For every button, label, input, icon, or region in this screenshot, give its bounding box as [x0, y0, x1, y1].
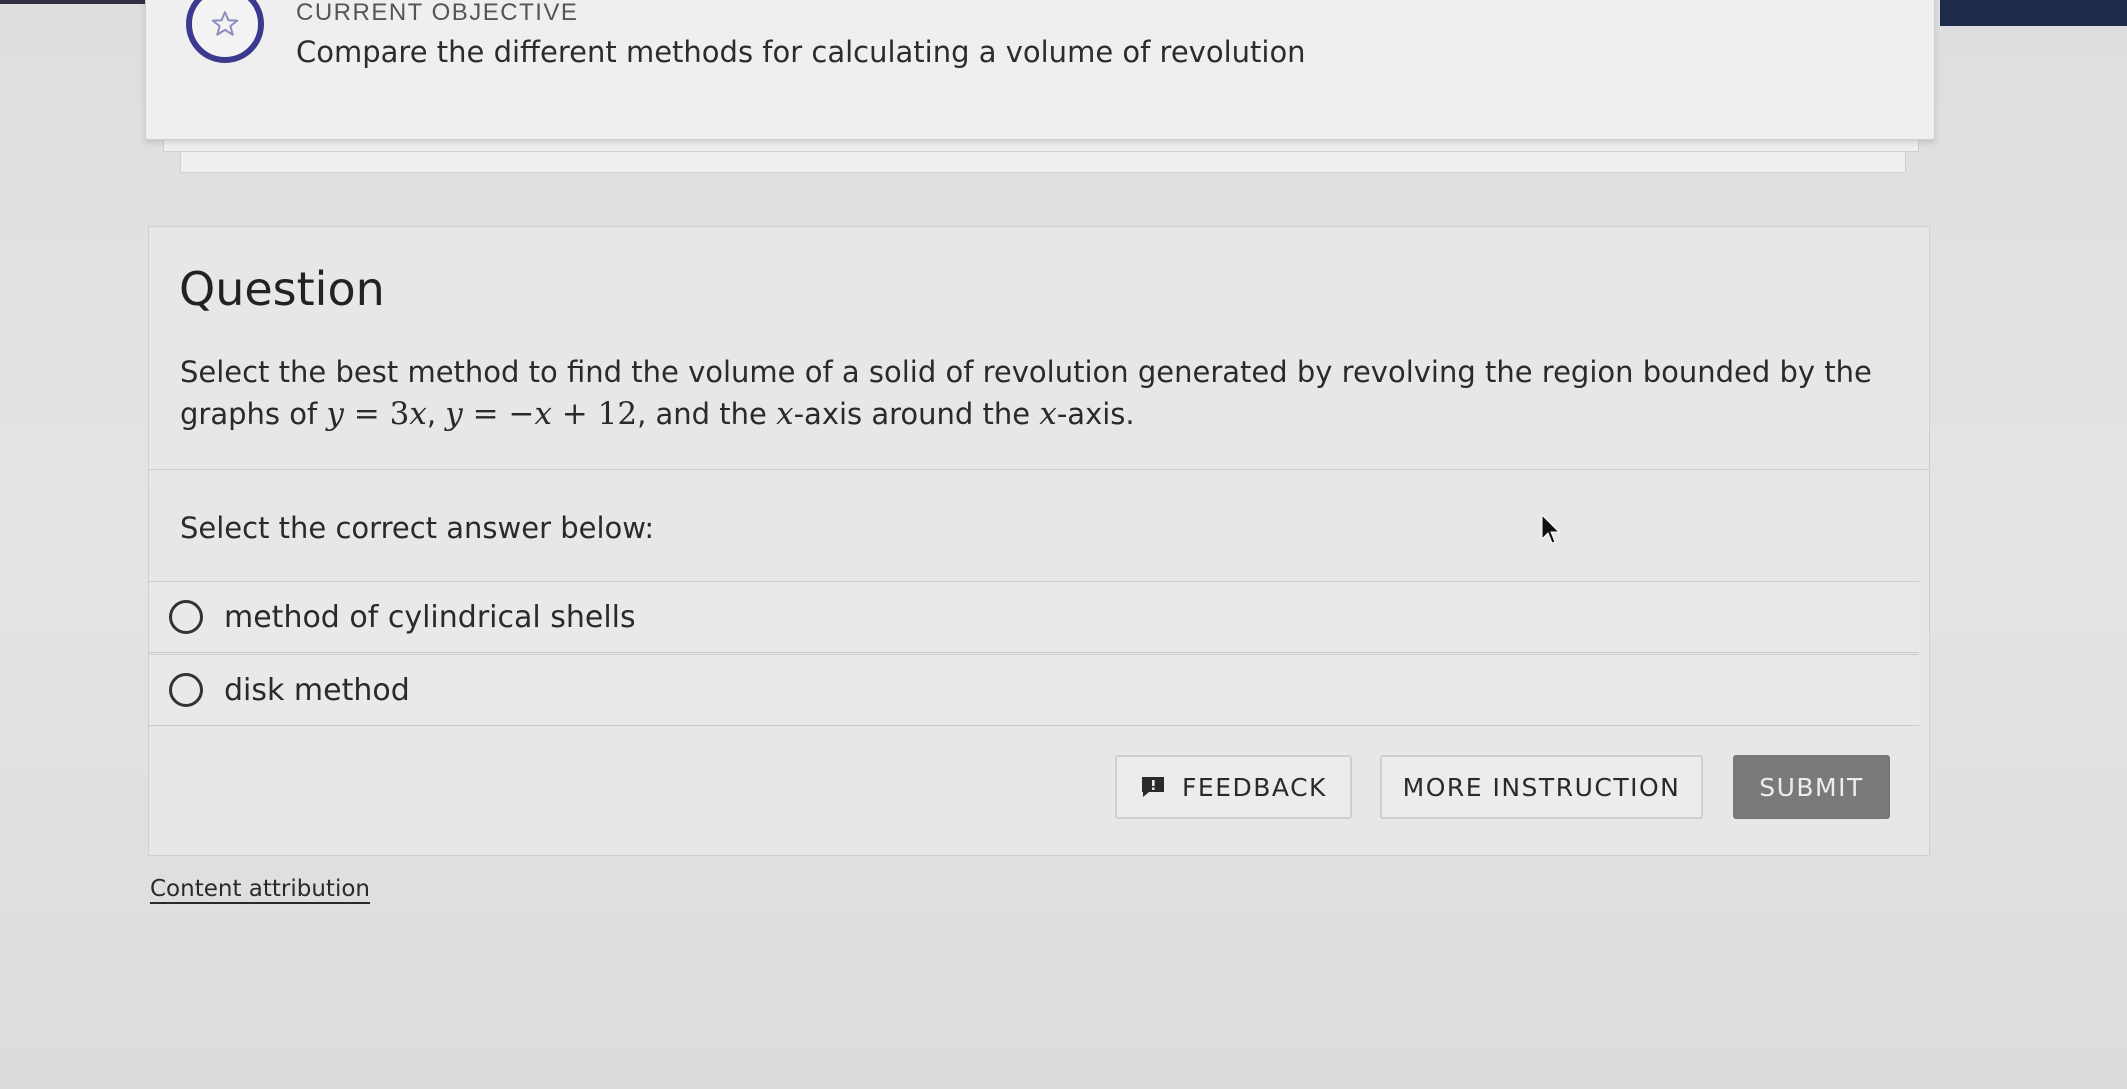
answer-option-label: method of cylindrical shells — [224, 599, 636, 635]
answer-prompt: Select the correct answer below: — [180, 511, 655, 545]
star-icon — [211, 11, 239, 36]
question-text: Select the best method to find the volum… — [180, 355, 1872, 432]
feedback-label: FEEDBACK — [1182, 772, 1327, 802]
top-bar-left — [0, 0, 145, 4]
answer-option-label: disk method — [224, 672, 410, 708]
feedback-button[interactable]: FEEDBACK — [1115, 755, 1352, 819]
axis-var-2: x — [1039, 396, 1057, 432]
answer-option-cylindrical-shells[interactable]: method of cylindrical shells — [149, 581, 1919, 653]
equation-2: y = −x + 12 — [445, 396, 638, 432]
more-instruction-label: MORE INSTRUCTION — [1402, 772, 1681, 802]
feedback-icon — [1142, 777, 1165, 797]
objective-label: CURRENT OBJECTIVE — [296, 0, 579, 26]
objective-text: Compare the different methods for calcul… — [296, 35, 1306, 69]
equation-1: y = 3x — [326, 396, 427, 432]
content-attribution-link[interactable]: Content attribution — [150, 876, 370, 902]
question-title: Question — [179, 262, 385, 316]
question-card: Question Select the best method to find … — [148, 226, 1930, 856]
objective-progress-ring — [186, 0, 264, 63]
radio-button[interactable] — [169, 673, 203, 707]
top-bar-right — [1940, 0, 2127, 26]
mouse-cursor-icon — [1541, 514, 1561, 544]
answer-option-disk-method[interactable]: disk method — [149, 654, 1919, 726]
radio-button[interactable] — [169, 600, 203, 634]
submit-label: SUBMIT — [1759, 772, 1864, 802]
section-divider — [149, 469, 1929, 470]
more-instruction-button[interactable]: MORE INSTRUCTION — [1380, 755, 1703, 819]
submit-button[interactable]: SUBMIT — [1733, 755, 1890, 819]
axis-var-1: x — [776, 396, 794, 432]
current-objective-card: CURRENT OBJECTIVE Compare the different … — [145, 0, 1935, 140]
